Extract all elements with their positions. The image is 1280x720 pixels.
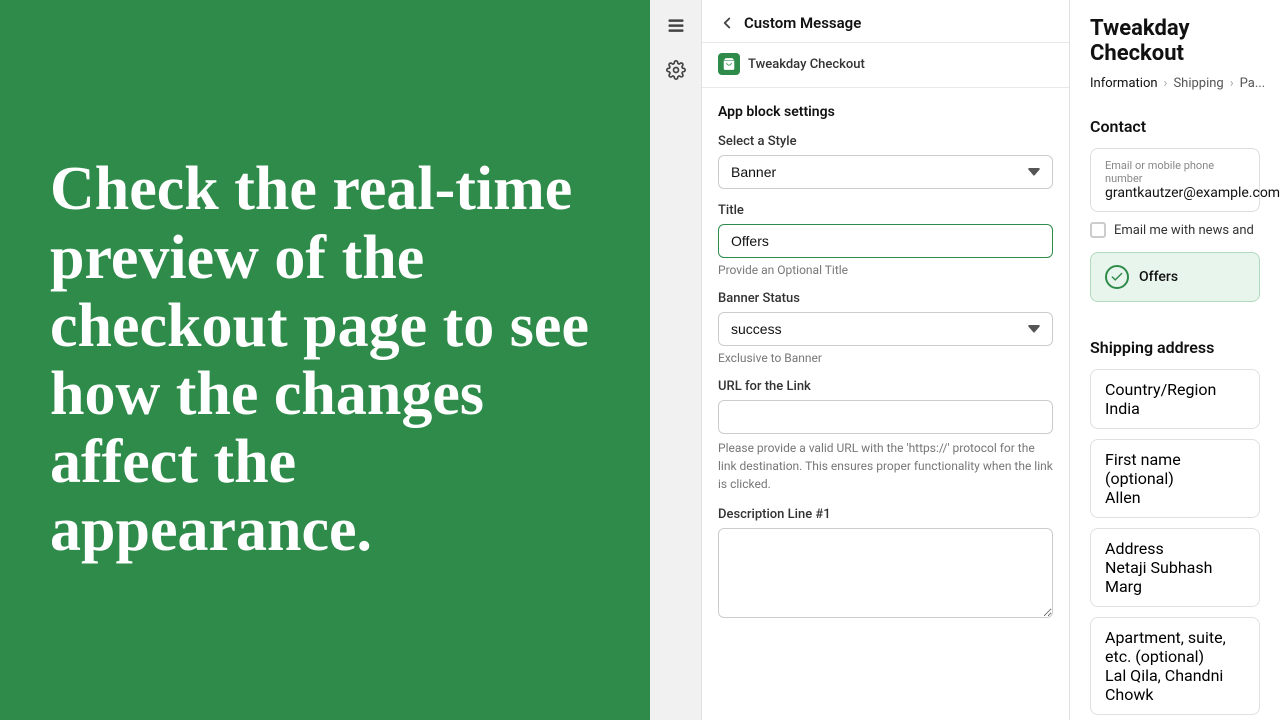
email-value: grantkautzer@example.com	[1105, 185, 1245, 201]
shipping-firstname-field: First name (optional) Allen	[1090, 439, 1260, 518]
shipping-title: Shipping address	[1090, 338, 1260, 357]
style-label: Select a Style	[718, 134, 1053, 149]
country-label: Country/Region	[1105, 380, 1245, 399]
style-field-group: Select a Style Banner Popup Inline	[718, 134, 1053, 189]
settings-header: Custom Message	[702, 0, 1069, 43]
settings-body: App block settings Select a Style Banner…	[702, 88, 1069, 720]
url-field-group: URL for the Link Please provide a valid …	[718, 379, 1053, 493]
country-value: India	[1105, 399, 1245, 418]
title-label: Title	[718, 203, 1053, 218]
title-hint: Provide an Optional Title	[718, 263, 1053, 277]
email-checkbox-row: Email me with news and	[1090, 222, 1260, 238]
shipping-address-field: Address Netaji Subhash Marg	[1090, 528, 1260, 607]
back-arrow-icon	[718, 14, 736, 32]
breadcrumb-shipping: Shipping	[1173, 76, 1223, 91]
offers-banner: Offers	[1090, 252, 1260, 302]
offers-text: Offers	[1139, 269, 1178, 285]
bag-icon	[722, 57, 736, 71]
firstname-value: Allen	[1105, 488, 1245, 507]
settings-header-title: Custom Message	[744, 14, 861, 32]
apartment-label: Apartment, suite, etc. (optional)	[1105, 628, 1245, 666]
gear-icon	[666, 60, 686, 80]
app-name-row: Tweakday Checkout	[702, 43, 1069, 88]
breadcrumb-payment: Pa...	[1240, 76, 1266, 91]
contact-section: Contact Email or mobile phone number gra…	[1070, 117, 1280, 338]
shipping-section: Shipping address Country/Region India Fi…	[1070, 338, 1280, 720]
hero-text: Check the real-time preview of the check…	[50, 155, 600, 564]
preview-header: Tweakday Checkout Information › Shipping…	[1070, 0, 1280, 117]
shipping-apartment-field: Apartment, suite, etc. (optional) Lal Qi…	[1090, 617, 1260, 715]
breadcrumb-information: Information	[1090, 76, 1158, 91]
sidebar-icons	[650, 0, 702, 720]
email-checkbox[interactable]	[1090, 222, 1106, 238]
list-icon-button[interactable]	[658, 8, 694, 44]
email-field-display: Email or mobile phone number grantkautze…	[1090, 148, 1260, 212]
description-label: Description Line #1	[718, 507, 1053, 522]
contact-title: Contact	[1090, 117, 1260, 136]
breadcrumb-sep-1: ›	[1164, 76, 1168, 91]
address-value: Netaji Subhash Marg	[1105, 558, 1245, 596]
url-label: URL for the Link	[718, 379, 1053, 394]
left-panel: Check the real-time preview of the check…	[0, 0, 650, 720]
email-checkbox-label: Email me with news and	[1114, 223, 1254, 238]
banner-status-label: Banner Status	[718, 291, 1053, 306]
settings-icon-button[interactable]	[658, 52, 694, 88]
preview-title: Tweakday Checkout	[1090, 16, 1260, 66]
apartment-value: Lal Qila, Chandni Chowk	[1105, 666, 1245, 704]
url-input[interactable]	[718, 400, 1053, 434]
title-input[interactable]	[718, 224, 1053, 258]
description-field-group: Description Line #1	[718, 507, 1053, 622]
shipping-fields: Country/Region India First name (optiona…	[1090, 369, 1260, 720]
firstname-label: First name (optional)	[1105, 450, 1245, 488]
banner-status-group: Banner Status success info warning error…	[718, 291, 1053, 365]
breadcrumb: Information › Shipping › Pa...	[1090, 76, 1260, 91]
settings-panel: Custom Message Tweakday Checkout App blo…	[702, 0, 1070, 720]
list-icon	[666, 16, 686, 36]
url-hint: Please provide a valid URL with the 'htt…	[718, 439, 1053, 493]
shipping-country-field: Country/Region India	[1090, 369, 1260, 429]
banner-status-hint: Exclusive to Banner	[718, 351, 1053, 365]
preview-panel: Tweakday Checkout Information › Shipping…	[1070, 0, 1280, 720]
app-name-label: Tweakday Checkout	[748, 57, 865, 72]
style-select[interactable]: Banner Popup Inline	[718, 155, 1053, 189]
title-field-group: Title Provide an Optional Title	[718, 203, 1053, 277]
breadcrumb-sep-2: ›	[1230, 76, 1234, 91]
app-icon	[718, 53, 740, 75]
banner-status-select[interactable]: success info warning error	[718, 312, 1053, 346]
email-small-label: Email or mobile phone number	[1105, 159, 1245, 185]
back-button[interactable]	[718, 14, 736, 32]
offers-check-icon	[1105, 265, 1129, 289]
description-textarea[interactable]	[718, 528, 1053, 618]
section-title: App block settings	[718, 104, 1053, 120]
address-label: Address	[1105, 539, 1245, 558]
checkmark-icon	[1110, 270, 1124, 284]
